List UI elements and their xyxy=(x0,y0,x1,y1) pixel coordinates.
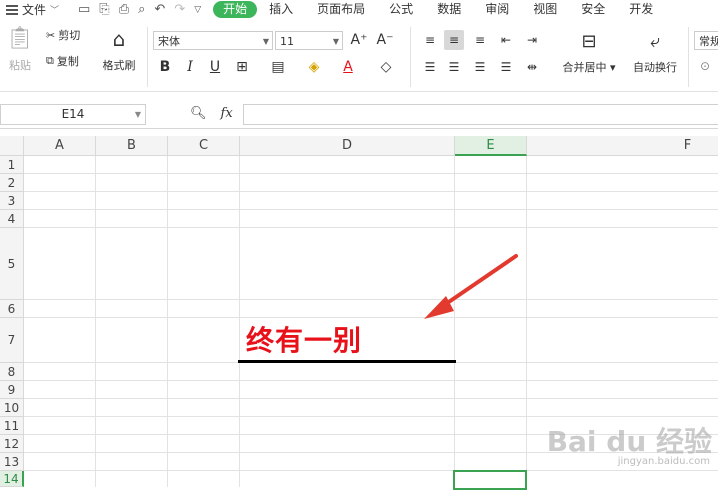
format-painter-button[interactable]: ⌂ 格式刷 xyxy=(100,25,138,73)
name-box[interactable]: E14 ▼ xyxy=(0,104,146,125)
ribbon-divider xyxy=(688,27,689,87)
font-size-select[interactable]: 11 ▼ xyxy=(275,31,343,50)
chevron-down-icon: ▼ xyxy=(134,110,141,119)
indent-increase-icon[interactable]: ⇥ xyxy=(522,30,542,50)
watermark-logo: Bai du 经验 xyxy=(546,425,712,458)
paste-icon: 📋︎ xyxy=(6,26,34,51)
watermark-url: jingyan.baidu.com xyxy=(617,456,710,467)
wrap-text-icon: ⤶ xyxy=(649,31,661,52)
clipboard-group: ✂ 剪切 ⧉ 复制 xyxy=(46,25,80,71)
formula-tools: 🔍︎ fx xyxy=(190,106,233,121)
decrease-font-icon[interactable]: A⁻ xyxy=(375,30,395,50)
tab-data[interactable]: 数据 xyxy=(425,0,473,19)
tab-formulas[interactable]: 公式 xyxy=(377,0,425,19)
print-preview-icon[interactable]: ⌕ xyxy=(138,2,145,17)
cell-ref: E14 xyxy=(61,107,85,121)
ribbon-divider xyxy=(410,27,411,87)
tab-review[interactable]: 审阅 xyxy=(473,0,521,19)
tab-page-layout[interactable]: 页面布局 xyxy=(305,0,377,19)
copy-label: 复制 xyxy=(56,55,79,68)
paste-label: 粘贴 xyxy=(9,59,31,72)
align-bottom-icon[interactable]: ≡ xyxy=(470,30,490,50)
align-top-icon[interactable]: ≡ xyxy=(420,30,440,50)
bold-button[interactable]: B xyxy=(155,57,175,77)
spreadsheet-grid: A B C D E F 1 2 3 4 5 6 7 8 9 10 11 12 1… xyxy=(0,136,718,490)
tab-security[interactable]: 安全 xyxy=(569,0,617,19)
zoom-icon[interactable]: 🔍︎ xyxy=(190,106,207,121)
eraser-icon[interactable]: ◇ xyxy=(376,57,396,77)
distribute-icon[interactable]: ⇹ xyxy=(522,57,542,77)
wrap-text-button[interactable]: ⤶ 自动换行 xyxy=(628,31,682,75)
chevron-down-icon: ﹀ xyxy=(50,6,60,16)
formula-bar: E14 ▼ 🔍︎ fx xyxy=(0,101,718,129)
align-middle-icon[interactable]: ≡ xyxy=(444,30,464,50)
tab-home[interactable]: 开始 xyxy=(213,1,258,18)
format-painter-label: 格式刷 xyxy=(102,59,136,72)
quick-access-toolbar: ▭ ⎘ ⎙ ⌕ ↶ ↷ ▽ xyxy=(78,2,201,17)
redo-icon[interactable]: ↷ xyxy=(174,2,185,17)
undo-icon[interactable]: ↶ xyxy=(154,2,165,17)
fill-color-icon[interactable]: ◈ xyxy=(304,57,324,77)
underline-button[interactable]: U xyxy=(205,57,225,77)
wrap-text-label: 自动换行 xyxy=(633,61,677,74)
save-icon[interactable]: ▭ xyxy=(78,2,90,17)
cut-button[interactable]: ✂ 剪切 xyxy=(46,25,80,45)
cut-label: 剪切 xyxy=(58,29,81,42)
borders-icon[interactable]: ⊞ xyxy=(232,57,252,77)
customize-icon[interactable]: ▽ xyxy=(194,5,201,15)
currency-icon[interactable]: ⊙ xyxy=(700,59,710,73)
tab-view[interactable]: 视图 xyxy=(521,0,569,19)
tab-insert[interactable]: 插入 xyxy=(257,0,305,19)
ribbon-tabs: 开始 插入 页面布局 公式 数据 审阅 视图 安全 开发 xyxy=(213,0,665,19)
justify-icon[interactable]: ☰ xyxy=(496,57,516,77)
number-format-select[interactable]: 常规 xyxy=(694,31,718,50)
scissors-icon: ✂ xyxy=(46,28,56,42)
chevron-down-icon: ▼ xyxy=(262,37,269,46)
ribbon: 📋︎ 粘贴 ✂ 剪切 ⧉ 复制 ⌂ 格式刷 宋体 ▼ 11 ▼ A⁺ A⁻ B … xyxy=(0,19,718,92)
merge-center-button[interactable]: ⊟ 合并居中 ▾ xyxy=(556,31,622,75)
copy-icon: ⧉ xyxy=(46,54,54,67)
merge-cells-icon: ⊟ xyxy=(581,31,597,52)
ribbon-divider xyxy=(147,27,148,87)
paste-button[interactable]: 📋︎ 粘贴 xyxy=(4,25,36,73)
align-center-icon[interactable]: ☰ xyxy=(444,57,464,77)
align-right-icon[interactable]: ☰ xyxy=(470,57,490,77)
copy-button[interactable]: ⧉ 复制 xyxy=(46,51,80,71)
formula-input[interactable] xyxy=(243,104,718,125)
menu-bar: 文件 ﹀ ▭ ⎘ ⎙ ⌕ ↶ ↷ ▽ 开始 插入 页面布局 公式 数据 审阅 视… xyxy=(0,0,718,19)
cell-style-icon[interactable]: ▤ xyxy=(268,57,288,77)
tab-developer[interactable]: 开发 xyxy=(617,0,665,19)
print-icon[interactable]: ⎙ xyxy=(119,2,129,17)
brush-icon: ⌂ xyxy=(112,27,126,51)
fx-icon[interactable]: fx xyxy=(221,106,233,121)
file-menu[interactable]: 文件 ﹀ xyxy=(0,1,72,18)
indent-decrease-icon[interactable]: ⇤ xyxy=(496,30,516,50)
font-color-icon[interactable]: A xyxy=(338,57,358,77)
export-icon[interactable]: ⎘ xyxy=(99,2,109,17)
font-name-value: 宋体 xyxy=(158,35,180,48)
chevron-down-icon: ▼ xyxy=(332,37,339,46)
font-name-select[interactable]: 宋体 ▼ xyxy=(153,31,273,50)
merge-center-label: 合并居中 ▾ xyxy=(562,61,616,74)
number-format-value: 常规 xyxy=(699,35,718,48)
align-left-icon[interactable]: ☰ xyxy=(420,57,440,77)
italic-button[interactable]: I xyxy=(180,57,200,77)
increase-font-icon[interactable]: A⁺ xyxy=(349,30,369,50)
file-menu-label: 文件 xyxy=(22,3,47,17)
hamburger-icon xyxy=(6,4,18,15)
font-size-value: 11 xyxy=(280,35,294,48)
